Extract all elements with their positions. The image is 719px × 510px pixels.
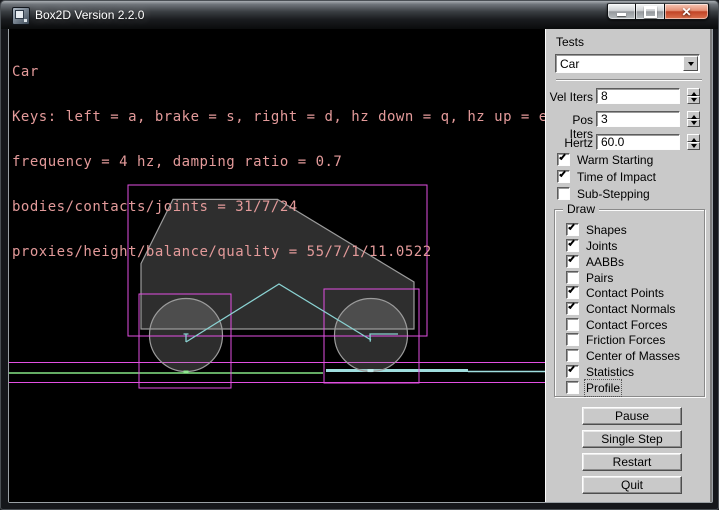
minimize-icon bbox=[617, 13, 626, 16]
checkbox-label: Friction Forces bbox=[586, 333, 665, 347]
arrow-down-icon bbox=[691, 121, 697, 128]
hertz-down-button[interactable] bbox=[687, 142, 700, 150]
tests-dropdown[interactable]: Car bbox=[555, 54, 700, 73]
stats-line-frequency: frequency = 4 hz, damping ratio = 0.7 bbox=[12, 155, 545, 170]
quit-button[interactable]: Quit bbox=[582, 476, 682, 494]
checkbox-box[interactable] bbox=[566, 365, 579, 378]
pos-iters-up-button[interactable] bbox=[687, 111, 700, 119]
close-button[interactable]: ✕ bbox=[664, 3, 709, 20]
check-icon bbox=[568, 239, 575, 246]
front-contact-point bbox=[368, 369, 374, 372]
draw-group-label: Draw bbox=[563, 202, 599, 216]
vel-iters-field[interactable]: 8 bbox=[596, 88, 680, 104]
stats-line-title: Car bbox=[12, 65, 545, 80]
checkbox-box[interactable] bbox=[557, 187, 570, 200]
hertz-spinner bbox=[687, 134, 700, 150]
checkbox-label: AABBs bbox=[586, 255, 624, 269]
car-front-wheel bbox=[335, 299, 408, 372]
check-icon bbox=[568, 302, 575, 309]
checkbox-box[interactable] bbox=[566, 349, 579, 362]
checkbox-label: Profile bbox=[586, 381, 620, 395]
client-area: Car Keys: left = a, brake = s, right = d… bbox=[8, 29, 713, 503]
pos-iters-spinner bbox=[687, 111, 700, 127]
pause-button[interactable]: Pause bbox=[582, 407, 682, 425]
arrow-down-icon bbox=[691, 144, 697, 151]
check-icon bbox=[568, 365, 575, 372]
checkbox-box[interactable] bbox=[566, 223, 579, 236]
pos-iters-field[interactable]: 3 bbox=[596, 111, 680, 127]
vel-iters-down-button[interactable] bbox=[687, 96, 700, 104]
application-window: Box2D Version 2.2.0 ✕ bbox=[0, 0, 719, 510]
checkbox-box[interactable] bbox=[557, 153, 570, 166]
maximize-icon bbox=[644, 6, 657, 18]
checkbox-box[interactable] bbox=[557, 170, 570, 183]
arrow-down-icon bbox=[691, 98, 697, 105]
hertz-label: Hertz bbox=[546, 136, 593, 150]
checkbox-label: Time of Impact bbox=[577, 170, 656, 184]
title-bar[interactable]: Box2D Version 2.2.0 ✕ bbox=[1, 1, 718, 29]
arrow-up-icon bbox=[691, 89, 697, 96]
checkbox-box[interactable] bbox=[566, 318, 579, 331]
restart-button[interactable]: Restart bbox=[582, 453, 682, 471]
hertz-up-button[interactable] bbox=[687, 134, 700, 142]
checkbox-label: Warm Starting bbox=[577, 153, 653, 167]
checkbox-label: Contact Normals bbox=[586, 302, 675, 316]
checkbox-box[interactable] bbox=[566, 255, 579, 268]
tests-dropdown-value: Car bbox=[560, 57, 579, 71]
vel-iters-spinner bbox=[687, 88, 700, 104]
stats-line-keys: Keys: left = a, brake = s, right = d, hz… bbox=[12, 110, 545, 125]
window-title: Box2D Version 2.2.0 bbox=[35, 8, 144, 22]
checkbox-box[interactable] bbox=[566, 286, 579, 299]
checkbox-box[interactable] bbox=[566, 271, 579, 284]
tests-dropdown-button[interactable] bbox=[683, 56, 698, 71]
vel-iters-label: Vel Iters bbox=[546, 90, 593, 104]
checkbox-label: Sub-Stepping bbox=[577, 187, 650, 201]
checkbox-label: Center of Masses bbox=[586, 349, 680, 363]
checkbox-label: Contact Forces bbox=[586, 318, 667, 332]
control-panel: Tests Car Vel Iters 8 Pos Iters 3 He bbox=[545, 29, 712, 502]
window-controls: ✕ bbox=[607, 3, 709, 20]
separator bbox=[556, 79, 702, 81]
checkbox-label: Joints bbox=[586, 239, 617, 253]
stats-line-bodies: bodies/contacts/joints = 31/7/24 bbox=[12, 200, 545, 215]
minimize-button[interactable] bbox=[607, 3, 636, 20]
stats-line-proxies: proxies/height/balance/quality = 55/7/1/… bbox=[12, 245, 545, 260]
close-icon: ✕ bbox=[681, 6, 691, 18]
checkbox-label: Shapes bbox=[586, 223, 627, 237]
check-icon bbox=[568, 286, 575, 293]
maximize-button[interactable] bbox=[636, 3, 664, 20]
checkbox-label: Statistics bbox=[586, 365, 634, 379]
check-icon bbox=[568, 223, 575, 230]
check-icon bbox=[559, 153, 566, 160]
check-icon bbox=[559, 170, 566, 177]
app-icon bbox=[12, 7, 30, 25]
checkbox-box[interactable] bbox=[566, 333, 579, 346]
vel-iters-up-button[interactable] bbox=[687, 88, 700, 96]
arrow-up-icon bbox=[691, 112, 697, 119]
check-icon bbox=[568, 255, 575, 262]
checkbox-box[interactable] bbox=[566, 239, 579, 252]
single-step-button[interactable]: Single Step bbox=[582, 430, 682, 448]
checkbox-box[interactable] bbox=[566, 302, 579, 315]
statistics-text: Car Keys: left = a, brake = s, right = d… bbox=[12, 35, 545, 290]
chevron-down-icon bbox=[688, 62, 694, 69]
rear-contact-point bbox=[184, 371, 189, 374]
checkbox-box[interactable] bbox=[566, 381, 579, 394]
checkbox-label: Contact Points bbox=[586, 286, 664, 300]
hertz-field[interactable]: 60.0 bbox=[596, 134, 680, 150]
arrow-up-icon bbox=[691, 135, 697, 142]
pos-iters-down-button[interactable] bbox=[687, 119, 700, 127]
simulation-canvas[interactable]: Car Keys: left = a, brake = s, right = d… bbox=[9, 29, 545, 502]
checkbox-label: Pairs bbox=[586, 271, 613, 285]
tests-label: Tests bbox=[556, 35, 584, 49]
